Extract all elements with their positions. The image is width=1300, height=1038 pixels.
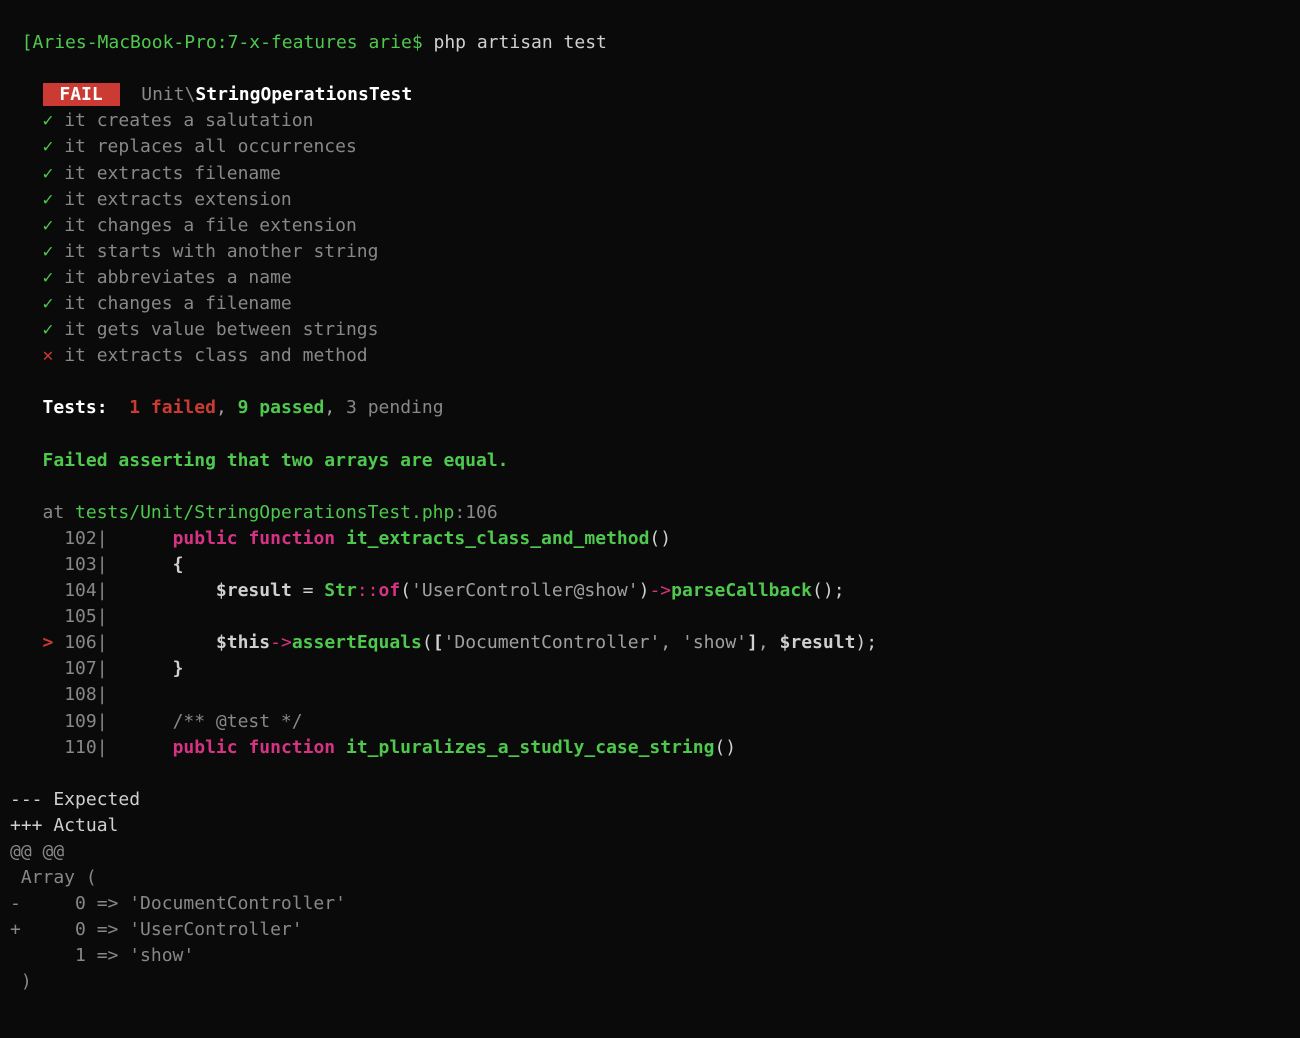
test-result-row: ✓ it abbreviates a name [0, 265, 1300, 291]
code-line-109: 109| /** @test */ [0, 709, 1300, 735]
check-icon: ✓ [43, 267, 54, 288]
tests-summary: Tests: 1 failed, 9 passed, 3 pending [0, 395, 1300, 421]
diff-array-open: Array ( [0, 865, 1300, 891]
code-line-103: 103| { [0, 552, 1300, 578]
check-icon: ✓ [43, 110, 54, 131]
suite-class: StringOperationsTest [195, 84, 412, 105]
test-name: it extracts class and method [53, 345, 367, 366]
tests-list: ✓ it creates a salutation ✓ it replaces … [0, 108, 1300, 369]
summary-pending: 3 pending [346, 397, 444, 418]
test-result-row: ✓ it changes a filename [0, 291, 1300, 317]
prompt-host: [Aries-MacBook-Pro:7-x-features arie$ [22, 32, 434, 53]
test-result-row: ✓ it starts with another string [0, 239, 1300, 265]
test-name: it replaces all occurrences [53, 136, 356, 157]
blank-line [0, 422, 1300, 448]
function-name-2: it_pluralizes_a_studly_case_string [346, 737, 714, 758]
code-line-104: 104| $result = Str::of('UserController@s… [0, 578, 1300, 604]
test-name: it abbreviates a name [53, 267, 291, 288]
code-line-105: 105| [0, 604, 1300, 630]
summary-failed: 1 failed [129, 397, 216, 418]
test-suite-header: FAIL Unit\StringOperationsTest [0, 82, 1300, 108]
test-name: it gets value between strings [53, 319, 378, 340]
check-icon: ✓ [43, 241, 54, 262]
diff-added-line: + 0 => 'UserController' [0, 917, 1300, 943]
test-result-row: ✓ it extracts filename [0, 161, 1300, 187]
check-icon: ✓ [43, 136, 54, 157]
prompt-command: php artisan test [434, 32, 607, 53]
suite-namespace: Unit\ [141, 84, 195, 105]
test-name: it changes a file extension [53, 215, 356, 236]
diff-context-line: 1 => 'show' [0, 943, 1300, 969]
error-location: at tests/Unit/StringOperationsTest.php:1… [0, 500, 1300, 526]
check-icon: ✓ [43, 163, 54, 184]
terminal-prompt-line[interactable]: [Aries-MacBook-Pro:7-x-features arie$ ph… [0, 4, 1300, 56]
code-line-108: 108| [0, 682, 1300, 708]
diff-expected-header: --- Expected [0, 787, 1300, 813]
summary-passed: 9 passed [238, 397, 325, 418]
test-result-row: ✓ it changes a file extension [0, 213, 1300, 239]
blank-line [0, 761, 1300, 787]
check-icon: ✓ [43, 319, 54, 340]
function-name: it_extracts_class_and_method [346, 528, 649, 549]
test-result-row: ✓ it extracts extension [0, 187, 1300, 213]
code-line-102: 102| public function it_extracts_class_a… [0, 526, 1300, 552]
error-message: Failed asserting that two arrays are equ… [0, 448, 1300, 474]
test-name: it extracts extension [53, 189, 291, 210]
blank-line [0, 474, 1300, 500]
test-result-row: ✓ it gets value between strings [0, 317, 1300, 343]
check-icon: ✓ [43, 215, 54, 236]
diff-removed-line: - 0 => 'DocumentController' [0, 891, 1300, 917]
fail-badge: FAIL [43, 83, 120, 106]
test-result-row: ✓ it creates a salutation [0, 108, 1300, 134]
error-line-number: 106 [465, 502, 498, 523]
blank-line [0, 369, 1300, 395]
error-file-path: tests/Unit/StringOperationsTest.php [75, 502, 454, 523]
test-name: it changes a filename [53, 293, 291, 314]
test-result-row: ✓ it replaces all occurrences [0, 134, 1300, 160]
diff-array-close: ) [0, 969, 1300, 995]
at-label: at [43, 502, 65, 523]
test-name: it creates a salutation [53, 110, 313, 131]
check-icon: ✓ [43, 189, 54, 210]
code-line-110: 110| public function it_pluralizes_a_stu… [0, 735, 1300, 761]
summary-label: Tests: [43, 397, 108, 418]
code-line-106-highlighted: > 106| $this->assertEquals(['DocumentCon… [0, 630, 1300, 656]
test-result-row: ✕ it extracts class and method [0, 343, 1300, 369]
code-line-107: 107| } [0, 656, 1300, 682]
cross-icon: ✕ [43, 345, 54, 366]
test-name: it extracts filename [53, 163, 281, 184]
diff-hunk: @@ @@ [0, 839, 1300, 865]
blank-line [0, 56, 1300, 82]
check-icon: ✓ [43, 293, 54, 314]
diff-actual-header: +++ Actual [0, 813, 1300, 839]
test-name: it starts with another string [53, 241, 378, 262]
